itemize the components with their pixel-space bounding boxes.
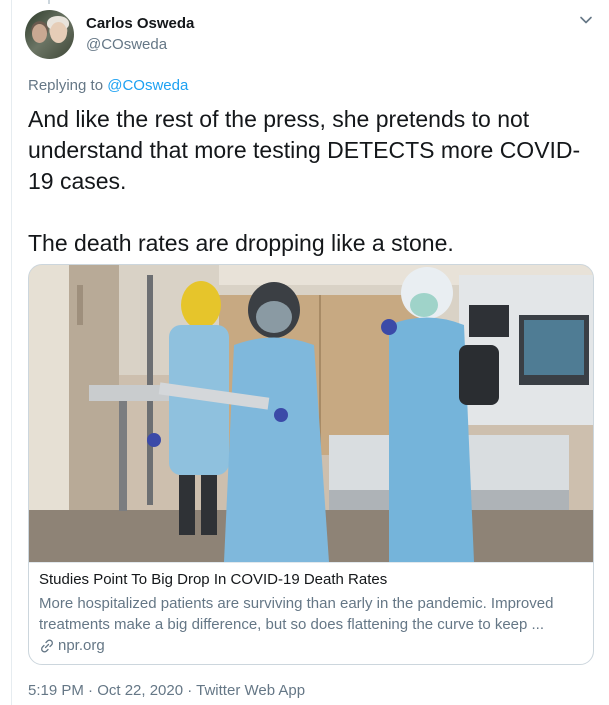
tweet-text: And like the rest of the press, she pret…	[28, 106, 581, 256]
card-description: More hospitalized patients are surviving…	[39, 595, 554, 633]
card-title[interactable]: Studies Point To Big Drop In COVID-19 De…	[39, 571, 387, 588]
tweet-timestamp[interactable]: 5:19 PM · Oct 22, 2020 · Twitter Web App	[28, 682, 305, 699]
avatar-face-right	[50, 22, 67, 43]
author-display-name[interactable]: Carlos Osweda	[86, 15, 194, 32]
tweet: Carlos Osweda @COsweda Replying to @COsw…	[0, 0, 609, 705]
link-icon	[41, 639, 53, 652]
replying-prefix: Replying to	[28, 77, 108, 94]
card-image[interactable]	[29, 265, 594, 562]
chevron-down-icon[interactable]	[578, 12, 594, 28]
replying-to-link[interactable]: @COsweda	[107, 77, 188, 94]
card-domain-text: npr.org	[58, 637, 105, 654]
card-domain: npr.org	[39, 637, 105, 654]
thread-connector	[48, 0, 50, 4]
replying-to: Replying to @COsweda	[28, 77, 188, 94]
link-card[interactable]: Studies Point To Big Drop In COVID-19 De…	[28, 264, 594, 665]
timeline-border	[11, 0, 12, 705]
avatar[interactable]	[25, 10, 74, 59]
author-handle[interactable]: @COsweda	[86, 36, 167, 53]
card-body[interactable]: Studies Point To Big Drop In COVID-19 De…	[29, 562, 593, 654]
avatar-face-left	[32, 24, 47, 43]
